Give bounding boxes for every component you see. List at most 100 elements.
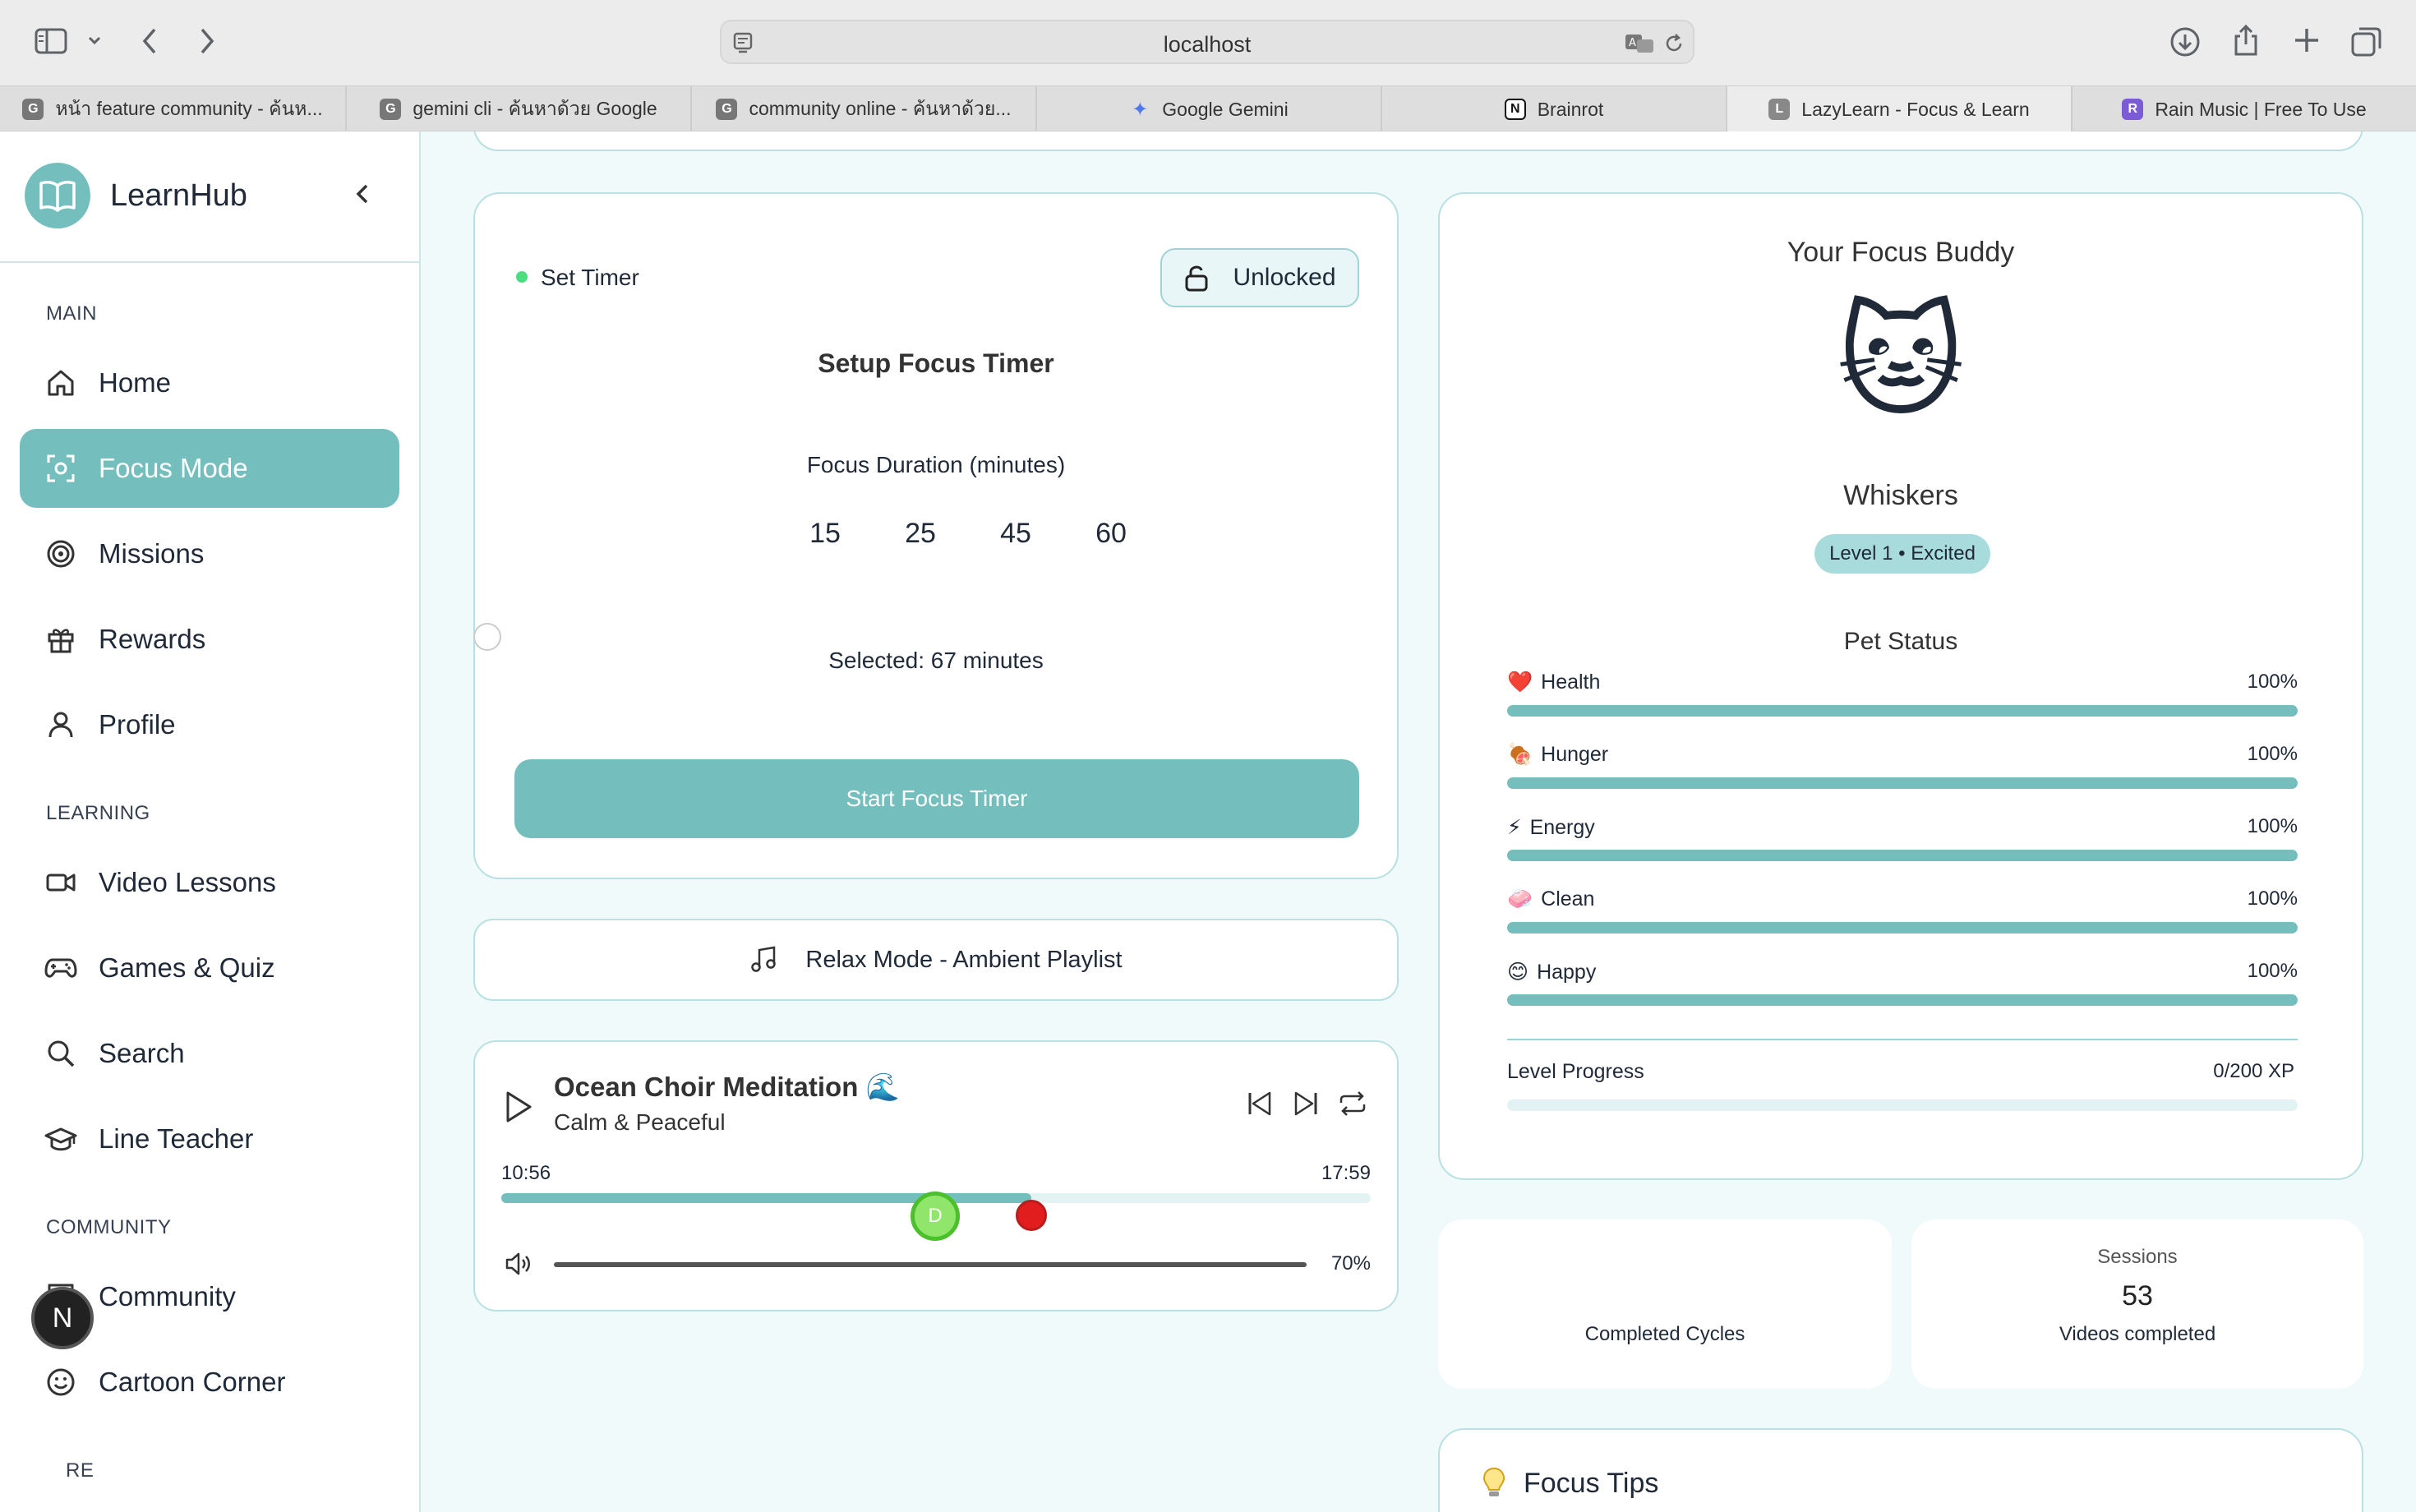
share-icon[interactable] (2232, 23, 2260, 58)
next-track-icon[interactable] (1292, 1090, 1320, 1118)
search-icon (44, 1037, 77, 1070)
duration-option-15[interactable]: 15 (792, 518, 858, 550)
browser-tab[interactable]: G community online - ค้นหาด้วย... (692, 86, 1037, 132)
dev-tools-badge[interactable]: N (31, 1287, 94, 1349)
level-progress-label: Level Progress (1507, 1060, 1644, 1083)
focus-buddy-heading: Your Focus Buddy (1787, 237, 2015, 268)
tab-label: หน้า feature community - ค้นห... (55, 98, 323, 119)
sidebar-item-label: Games & Quiz (99, 952, 275, 983)
smile-icon (44, 1366, 77, 1399)
svg-text:A: A (1629, 37, 1636, 49)
sidebar-item-focus-mode[interactable]: Focus Mode (20, 429, 399, 508)
stat-name: Happy (1537, 960, 1597, 984)
timer-title: Setup Focus Timer (818, 348, 1054, 378)
sidebar-item-label: Line Teacher (99, 1123, 254, 1154)
sidebar-item-games-quiz[interactable]: Games & Quiz (20, 929, 399, 1007)
tab-label: Rain Music | Free To Use (2155, 98, 2367, 120)
video-icon (44, 866, 77, 899)
progress-thumb[interactable] (1016, 1200, 1048, 1231)
volume-slider[interactable] (554, 1262, 1307, 1267)
chevron-down-icon[interactable] (87, 35, 102, 46)
cat-icon: 🐱 (1836, 293, 1966, 431)
browser-tab[interactable]: ✦ Google Gemini (1037, 86, 1382, 132)
current-time: 10:56 (501, 1162, 551, 1184)
section-label-main: MAIN (46, 302, 97, 325)
download-icon[interactable] (2169, 26, 2201, 58)
tab-label: LazyLearn - Focus & Learn (1801, 98, 2030, 120)
stat-name: Energy (1529, 815, 1595, 839)
tab-label: gemini cli - ค้นหาด้วย Google (413, 98, 657, 119)
stat-bar (1507, 705, 2298, 717)
google-icon: G (716, 99, 738, 120)
unlock-label: Unlocked (1233, 264, 1336, 291)
stat-value: 100% (2247, 671, 2298, 693)
sidebar-item-search[interactable]: Search (20, 1014, 399, 1093)
sidebar-item-rewards[interactable]: Rewards (20, 600, 399, 679)
section-label-learning: LEARNING (46, 802, 150, 824)
level-progress-bar (1507, 1099, 2298, 1111)
unlock-button[interactable]: Unlocked (1160, 248, 1359, 307)
play-icon[interactable] (503, 1090, 534, 1124)
browser-tab[interactable]: G หน้า feature community - ค้นห... (0, 86, 347, 132)
stat-value: 100% (2247, 743, 2298, 765)
repeat-icon[interactable] (1338, 1090, 1367, 1118)
back-icon[interactable] (140, 26, 159, 56)
sidebar-item-profile[interactable]: Profile (20, 685, 399, 764)
address-bar[interactable]: localhost A (720, 20, 1694, 64)
translate-icon[interactable]: A (1624, 31, 1657, 54)
pet-status-heading: Pet Status (1843, 628, 1958, 655)
sidebar-item-home[interactable]: Home (20, 343, 399, 422)
brand[interactable]: LearnHub (25, 163, 247, 228)
browser-tab[interactable]: G gemini cli - ค้นหาด้วย Google (347, 86, 692, 132)
browser-tab[interactable]: N Brainrot (1382, 86, 1727, 132)
rain-music-icon: R (2122, 99, 2144, 120)
forward-icon[interactable] (197, 26, 217, 56)
sidebar-item-missions[interactable]: Missions (20, 514, 399, 593)
sidebar-item-label: Video Lessons (99, 867, 276, 897)
duration-option-25[interactable]: 25 (888, 518, 953, 550)
duration-label: Focus Duration (minutes) (806, 452, 1066, 477)
sessions-value: 53 (2122, 1280, 2153, 1311)
browser-tab[interactable]: R Rain Music | Free To Use (2073, 86, 2416, 132)
browser-tab-active[interactable]: L LazyLearn - Focus & Learn (1727, 86, 2073, 132)
collapse-sidebar-icon[interactable] (352, 181, 375, 207)
google-icon: G (380, 99, 402, 120)
notion-icon: N (1504, 99, 1526, 120)
stat-name: Hunger (1541, 743, 1609, 766)
previous-track-icon[interactable] (1246, 1090, 1274, 1118)
tab-label: Brainrot (1537, 98, 1604, 120)
sessions-title: Sessions (2097, 1246, 2178, 1268)
track-subtitle: Calm & Peaceful (554, 1109, 726, 1135)
music-note-icon (751, 946, 777, 972)
url-text: localhost (1163, 32, 1252, 57)
tab-overview-icon[interactable] (2350, 25, 2383, 58)
book-icon (25, 163, 90, 228)
section-label-community: COMMUNITY (46, 1216, 172, 1238)
start-focus-timer-button[interactable]: Start Focus Timer (514, 759, 1359, 838)
soap-icon: 🧼 (1507, 887, 1533, 910)
duration-option-60[interactable]: 60 (1078, 518, 1144, 550)
sidebar-item-label: Home (99, 367, 172, 398)
home-icon (44, 366, 77, 399)
sidebar-item-label: Profile (99, 709, 176, 740)
heart-icon: ❤️ (1507, 671, 1533, 694)
tab-bar: G หน้า feature community - ค้นห... G gem… (0, 85, 2416, 132)
graduation-cap-icon (44, 1122, 77, 1155)
focus-tips-title: Focus Tips (1524, 1468, 1659, 1499)
sidebar-item-line-teacher[interactable]: Line Teacher (20, 1099, 399, 1178)
volume-icon[interactable] (505, 1251, 533, 1277)
sidebar-item-video-lessons[interactable]: Video Lessons (20, 843, 399, 922)
user-icon (44, 708, 77, 741)
sidebar-toggle-icon[interactable] (35, 28, 67, 54)
sidebar-item-label: Missions (99, 538, 205, 569)
pet-level-badge: Level 1 • Excited (1814, 534, 1990, 574)
new-tab-icon[interactable] (2293, 26, 2321, 54)
reload-icon[interactable] (1663, 33, 1685, 54)
duration-option-45[interactable]: 45 (983, 518, 1049, 550)
completed-cycles-label: Completed Cycles (1584, 1323, 1745, 1345)
gift-icon (44, 623, 77, 656)
stat-bar (1507, 850, 2298, 861)
relax-mode-button[interactable]: Relax Mode - Ambient Playlist (473, 919, 1399, 1001)
sidebar-item-cartoon-corner[interactable]: Cartoon Corner (20, 1343, 399, 1422)
slider-handle[interactable] (473, 623, 501, 651)
